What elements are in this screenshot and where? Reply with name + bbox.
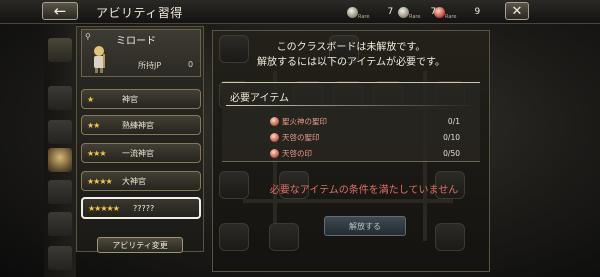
close-icon: ✕	[511, 3, 523, 19]
required-item: 天啓の聖印 0/10	[270, 131, 470, 143]
required-item: 天啓の印 0/50	[270, 147, 470, 159]
rank-tab-5[interactable]: ★★★★★?????	[81, 197, 201, 219]
character-thumb[interactable]	[48, 212, 72, 236]
jp-value: 0	[188, 60, 194, 69]
rank-stars: ★	[87, 94, 94, 104]
jp-label: 所持JP	[138, 61, 162, 70]
character-list	[44, 24, 76, 277]
required-item-name: 天啓の聖印	[282, 132, 320, 142]
locked-message: このクラスボードは未解放です。	[276, 42, 426, 53]
gem-icon	[347, 6, 358, 18]
required-item-count: 0/1	[447, 116, 460, 126]
back-arrow-icon: ←	[53, 1, 67, 20]
resource-counter: Rare 9	[434, 4, 480, 20]
rank-tab-1[interactable]: ★ 神官	[81, 89, 201, 109]
rank-stars: ★★★★★	[88, 203, 120, 213]
resource-sub-label: Rare	[445, 14, 457, 20]
character-name: ミロード	[116, 36, 156, 47]
screen-title: アビリティ習得	[96, 6, 183, 20]
character-thumb[interactable]	[48, 180, 72, 204]
resource-counter: Rare7	[398, 4, 436, 20]
rank-stars: ★★	[87, 120, 100, 130]
seal-icon	[270, 148, 279, 158]
back-button[interactable]: ←	[42, 2, 78, 20]
rank-label: 一流神官	[122, 148, 154, 158]
rank-stars: ★★★	[87, 148, 107, 158]
red-gem-icon	[434, 6, 445, 18]
rank-label: 神官	[122, 94, 138, 104]
top-bar: ← アビリティ習得 Rare7 Rare7 Rare9 ✕	[0, 0, 600, 24]
change-ability-button[interactable]: アビリティ変更	[97, 237, 183, 253]
required-item-count: 0/50	[443, 148, 460, 158]
rank-tab-3[interactable]: ★★★ 一流神官	[81, 143, 201, 163]
required-item-name: 天啓の印	[282, 148, 312, 158]
locked-message: 解放するには以下のアイテムが必要です。	[257, 57, 445, 68]
requirement-warning: 必要なアイテムの条件を満たしていません	[269, 185, 459, 196]
unlock-button[interactable]: 解放する	[324, 216, 406, 236]
character-thumb-selected[interactable]	[48, 148, 72, 172]
board-node[interactable]	[435, 223, 465, 251]
board-node[interactable]	[219, 223, 249, 251]
character-sprite	[88, 44, 110, 74]
character-info: ⚲ ミロード 所持JP 0	[81, 29, 201, 77]
board-node[interactable]	[269, 223, 299, 251]
rank-label: ?????	[133, 203, 155, 213]
required-items-panel: 必要アイテム 聖火神の聖印 0/1 天啓の聖印 0/10 天啓の印 0/50	[222, 82, 480, 162]
seal-icon	[270, 132, 279, 142]
rank-tab-4[interactable]: ★★★★ 大神官	[81, 171, 201, 191]
required-item: 聖火神の聖印 0/1	[270, 115, 470, 127]
gem-icon	[398, 6, 409, 18]
character-thumb[interactable]	[48, 246, 72, 270]
divider	[226, 105, 476, 106]
required-item-count: 0/10	[443, 132, 460, 142]
required-items-title: 必要アイテム	[230, 93, 289, 104]
resource-counter: Rare 7	[347, 4, 393, 20]
rank-label: 熟練神官	[122, 120, 154, 130]
ability-learn-screen: ← アビリティ習得 Rare7 Rare7 Rare9 ✕ ⚲ ミロード	[0, 0, 600, 277]
close-button[interactable]: ✕	[505, 2, 529, 20]
character-thumb[interactable]	[48, 38, 72, 62]
character-thumb[interactable]	[48, 86, 72, 110]
resource-count: 9	[474, 7, 481, 17]
resource-count: 7	[387, 7, 394, 17]
rank-label: 大神官	[122, 176, 146, 186]
rank-tab-2[interactable]: ★★ 熟練神官	[81, 115, 201, 135]
class-panel: ⚲ ミロード 所持JP 0 ★ 神官 ★★ 熟練神官 ★★★ 一流神官 ★★★★ 大神官…	[76, 26, 204, 253]
seal-icon	[270, 116, 279, 126]
resource-sub-label: Rare	[358, 14, 370, 20]
weapon-icon: ⚲	[85, 32, 91, 41]
required-item-name: 聖火神の聖印	[282, 116, 327, 126]
resource-sub-label: Rare	[409, 14, 421, 20]
character-thumb[interactable]	[48, 120, 72, 144]
rank-stars: ★★★★	[87, 176, 113, 186]
